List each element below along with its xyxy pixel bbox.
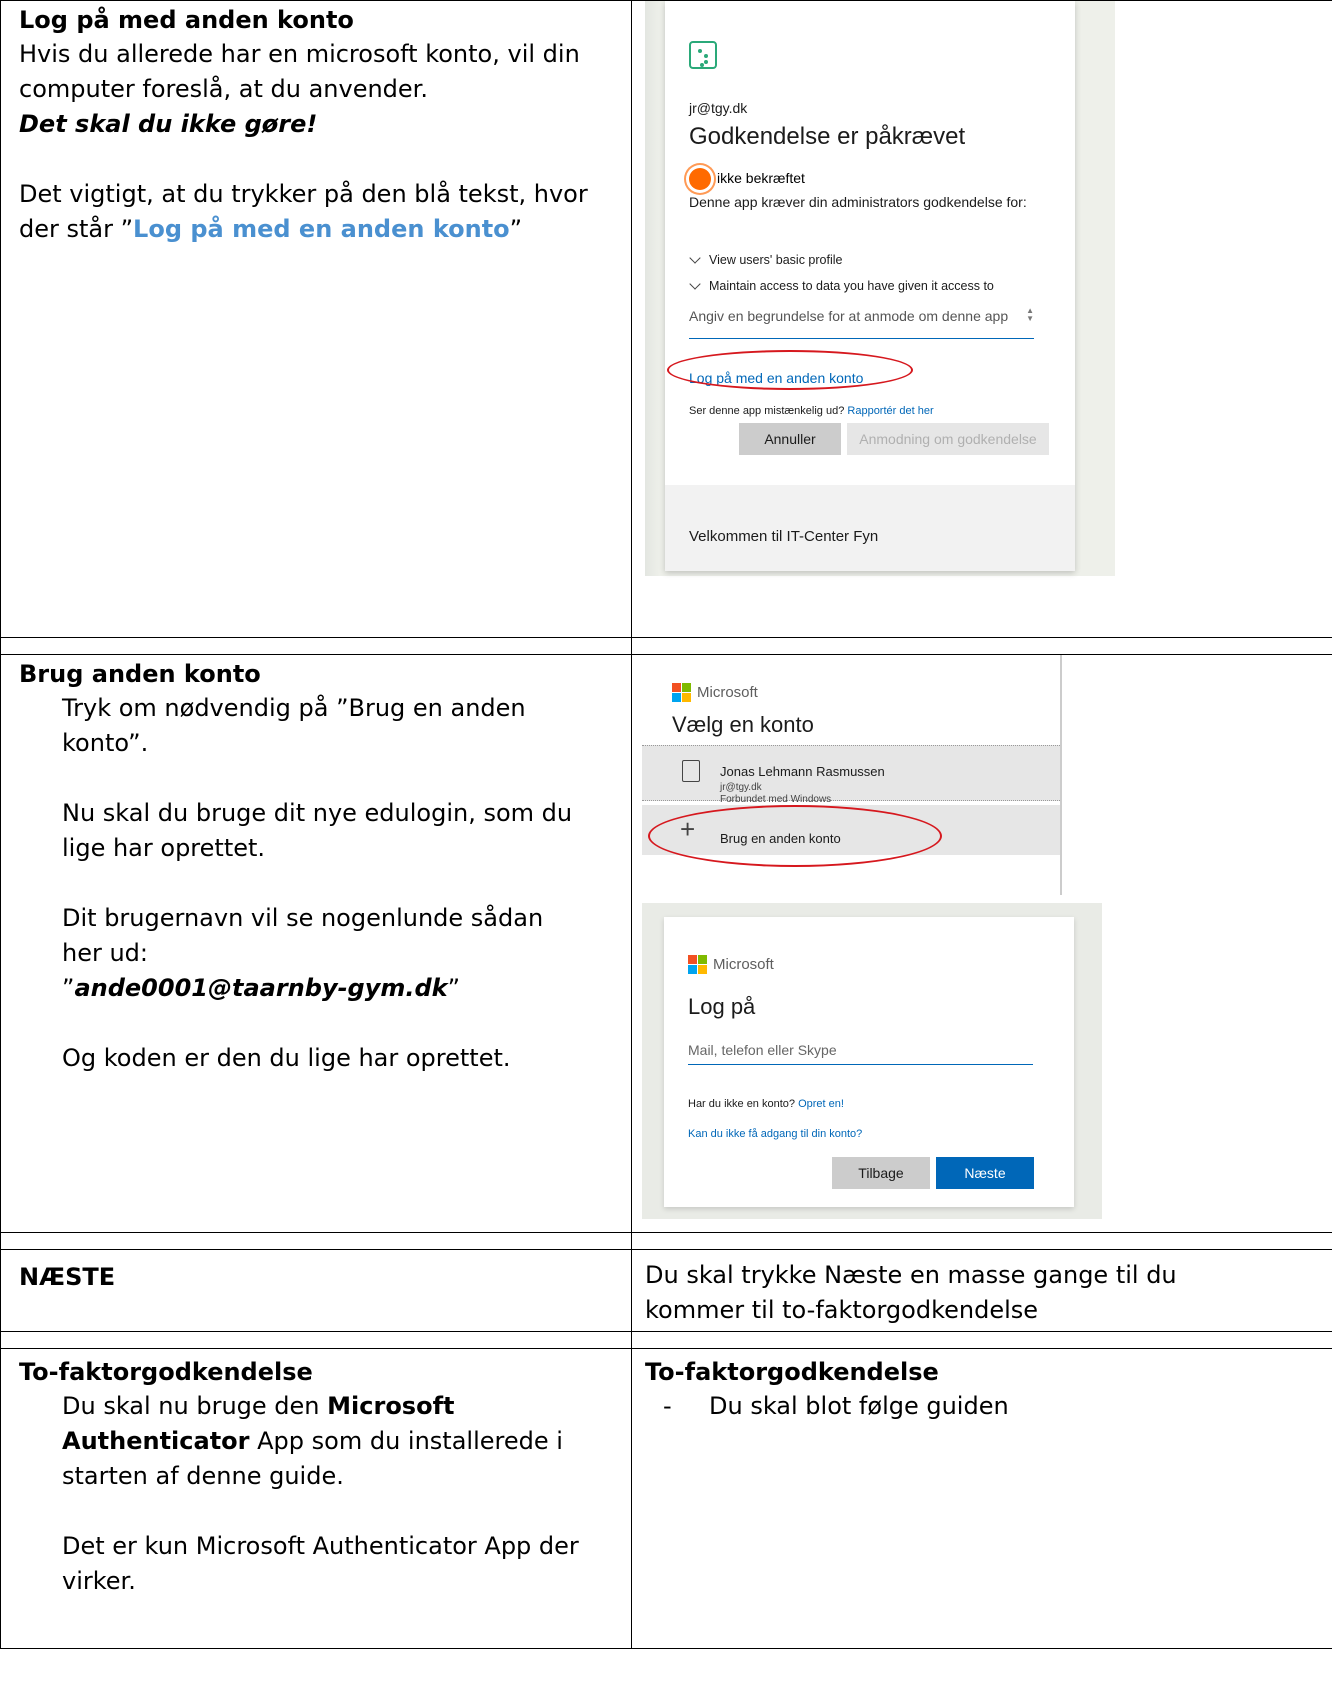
cell-naeste-heading: NÆSTE bbox=[0, 1249, 632, 1332]
status-label: ikke bekræftet bbox=[717, 170, 805, 186]
scroll-arrows-icon: ▲ ▼ bbox=[1026, 306, 1034, 323]
instruction-paragraph: Du skal nu bruge den Microsoft Authentic… bbox=[62, 1389, 579, 1494]
instruction-paragraph: Og koden er den du lige har oprettet. bbox=[62, 1044, 511, 1072]
row-log-pa: Log på med anden konto Hvis du allerede … bbox=[0, 0, 1332, 638]
chevron-down-icon bbox=[689, 278, 701, 290]
request-approval-button[interactable]: Anmodning om godkendelse bbox=[847, 423, 1049, 455]
section-heading: To-faktorgodkendelse bbox=[645, 1358, 939, 1386]
sign-in-screenshot: Microsoft Log på Mail, telefon eller Sky… bbox=[642, 903, 1102, 1219]
other-account-instructions: Tryk om nødvendig på ”Brug en anden kont… bbox=[19, 691, 579, 1076]
row-naeste: NÆSTE Du skal trykke Næste en masse gang… bbox=[0, 1249, 1332, 1332]
instruction-link-text: Log på med en anden konto bbox=[133, 215, 510, 243]
suspicious-label: Ser denne app mistænkelig ud? bbox=[689, 405, 845, 417]
cell-log-pa-text: Log på med anden konto Hvis du allerede … bbox=[0, 0, 632, 638]
org-footer: Velkommen til IT-Center Fyn bbox=[665, 485, 1075, 571]
consent-description: Denne app kræver din administrators godk… bbox=[689, 194, 1027, 210]
warning-text: Det skal du ikke gøre! bbox=[19, 110, 318, 138]
verification-status: ikke bekræftet bbox=[689, 161, 805, 196]
cell-to-faktor-text: To-faktorgodkendelse Du skal nu bruge de… bbox=[0, 1348, 632, 1649]
consent-title: Godkendelse er påkrævet bbox=[689, 123, 966, 150]
two-factor-instructions: Du skal nu bruge den Microsoft Authentic… bbox=[19, 1389, 579, 1599]
section-heading: Brug anden konto bbox=[19, 660, 261, 688]
instruction-paragraph: Det er kun Microsoft Authenticator App d… bbox=[62, 1532, 579, 1595]
cell-log-pa-screenshot: jr@tgy.dk Godkendelse er påkrævet ikke b… bbox=[631, 0, 1332, 638]
username-example: ”ande0001@taarnby-gym.dk” bbox=[62, 971, 579, 1006]
email-field[interactable]: Mail, telefon eller Skype bbox=[688, 1035, 1033, 1065]
create-account-link[interactable]: Opret en! bbox=[798, 1098, 844, 1110]
pick-account-screenshot: Microsoft Vælg en konto Jonas Lehmann Ra… bbox=[642, 655, 1062, 895]
permission-label: Maintain access to data you have given i… bbox=[709, 279, 994, 293]
microsoft-logo-icon bbox=[688, 955, 707, 974]
instruction-paragraph: Tryk om nødvendig på ”Brug en anden kont… bbox=[62, 694, 526, 757]
quote-close: ” bbox=[447, 974, 461, 1002]
microsoft-brand: Microsoft bbox=[688, 947, 774, 982]
textarea-placeholder: Angiv en begrundelse for at anmode om de… bbox=[689, 308, 1009, 324]
consent-screenshot: jr@tgy.dk Godkendelse er påkrævet ikke b… bbox=[645, 1, 1115, 576]
quote-open: ” bbox=[62, 974, 75, 1002]
row-to-faktor: To-faktorgodkendelse Du skal nu bruge de… bbox=[0, 1348, 1332, 1649]
list-item-text: Du skal blot følge guiden bbox=[709, 1392, 1009, 1420]
account-tile[interactable]: Jonas Lehmann Rasmussen jr@tgy.dk Forbun… bbox=[642, 745, 1060, 805]
naeste-instruction: Du skal trykke Næste en masse gange til … bbox=[645, 1261, 1177, 1324]
instruction-text: Det vigtigt, at du trykker på den blå te… bbox=[19, 177, 619, 247]
username-example-value: ande0001@taarnby-gym.dk bbox=[74, 974, 448, 1002]
row-brug-anden-konto: Brug anden konto Tryk om nødvendig på ”B… bbox=[0, 654, 1332, 1233]
highlight-ellipse bbox=[667, 350, 913, 390]
account-screenshots: Microsoft Vælg en konto Jonas Lehmann Ra… bbox=[632, 655, 1332, 1223]
badge-icon bbox=[682, 760, 700, 782]
cell-naeste-text: Du skal trykke Næste en masse gange til … bbox=[631, 1249, 1332, 1332]
no-access-link[interactable]: Kan du ikke få adgang til din konto? bbox=[688, 1117, 862, 1152]
intro-text: Hvis du allerede har en microsoft konto,… bbox=[19, 40, 580, 103]
cell-brug-anden-konto-screenshots: Microsoft Vælg en konto Jonas Lehmann Ra… bbox=[631, 654, 1332, 1233]
instruction-post: ” bbox=[509, 215, 523, 243]
highlight-ellipse bbox=[648, 805, 942, 867]
list-item: - Du skal blot følge guiden bbox=[645, 1389, 1322, 1424]
back-button[interactable]: Tilbage bbox=[832, 1157, 930, 1189]
justification-textarea[interactable]: Angiv en begrundelse for at anmode om de… bbox=[689, 301, 1034, 339]
microsoft-logo-icon bbox=[672, 683, 691, 702]
instruction-paragraph: Nu skal du bruge dit nye edulogin, som d… bbox=[62, 799, 573, 862]
cell-brug-anden-konto-text: Brug anden konto Tryk om nødvendig på ”B… bbox=[0, 654, 632, 1233]
sign-in-title: Log på bbox=[688, 994, 756, 1019]
guide-table: Log på med anden konto Hvis du allerede … bbox=[0, 0, 1332, 1649]
sign-in-card: Microsoft Log på Mail, telefon eller Sky… bbox=[664, 917, 1074, 1207]
brand-label: Microsoft bbox=[697, 684, 758, 701]
dash-bullet: - bbox=[663, 1392, 672, 1420]
microsoft-brand: Microsoft bbox=[672, 675, 758, 710]
instruction-paragraph: Dit brugernavn vil se nogenlunde sådan h… bbox=[62, 904, 544, 967]
next-button[interactable]: Næste bbox=[936, 1157, 1034, 1189]
permission-item[interactable]: Maintain access to data you have given i… bbox=[689, 269, 994, 304]
cell-to-faktor-right: To-faktorgodkendelse - Du skal blot følg… bbox=[631, 1348, 1332, 1649]
unverified-icon bbox=[689, 167, 711, 190]
brand-label: Microsoft bbox=[713, 956, 774, 973]
app-logo-icon bbox=[689, 41, 717, 69]
no-account-label: Har du ikke en konto? bbox=[688, 1098, 796, 1110]
section-heading: NÆSTE bbox=[19, 1263, 116, 1291]
pick-account-title: Vælg en konto bbox=[672, 712, 814, 737]
consent-card: jr@tgy.dk Godkendelse er påkrævet ikke b… bbox=[665, 1, 1075, 571]
report-link[interactable]: Rapportér det her bbox=[847, 405, 933, 417]
section-heading: Log på med anden konto bbox=[19, 6, 354, 34]
cancel-button[interactable]: Annuller bbox=[739, 423, 841, 455]
section-heading: To-faktorgodkendelse bbox=[19, 1358, 313, 1386]
p1-pre: Du skal nu bruge den bbox=[62, 1392, 328, 1420]
chevron-down-icon bbox=[689, 252, 701, 264]
